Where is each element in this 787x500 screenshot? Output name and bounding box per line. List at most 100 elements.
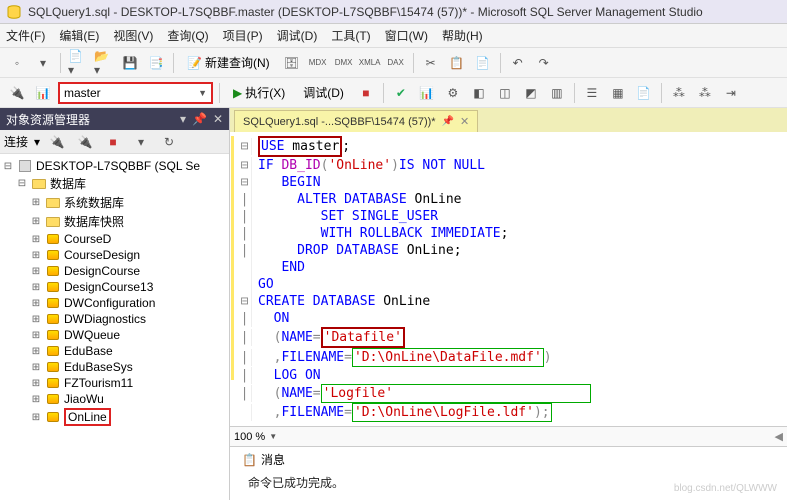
scroll-left-icon[interactable]: ◀ — [775, 430, 783, 443]
database-selector[interactable]: master ▼ — [58, 82, 213, 104]
disconnect-icon[interactable]: 🔌 — [74, 131, 96, 153]
code-editor[interactable]: ⊟USE master; ⊟IF DB_ID('OnLine')IS NOT N… — [230, 132, 787, 426]
databases-folder[interactable]: ⊟ 数据库 — [2, 174, 227, 193]
db-node[interactable]: ⊞EduBase — [2, 343, 227, 359]
separator — [173, 53, 174, 73]
refresh-icon[interactable]: ↻ — [158, 131, 180, 153]
zoom-dropdown-icon[interactable]: ▼ — [269, 432, 277, 441]
results-file-button[interactable]: 📄 — [633, 82, 655, 104]
object-tree[interactable]: ⊟ DESKTOP-L7SQBBF (SQL Se ⊟ 数据库 ⊞ 系统数据库 … — [0, 154, 229, 500]
nav-fwd-button[interactable]: ▾ — [32, 52, 54, 74]
db-node[interactable]: ⊞DWDiagnostics — [2, 311, 227, 327]
query-options-button[interactable]: ⚙ — [442, 82, 464, 104]
close-icon[interactable]: ✕ — [213, 112, 223, 126]
new-query-button[interactable]: 📝 新建查询(N) — [180, 52, 277, 74]
db-engine-query-button[interactable]: 🗄 — [281, 52, 303, 74]
xmla-button[interactable]: XMLA — [359, 52, 381, 74]
connect-icon[interactable]: 🔌 — [46, 131, 68, 153]
pin-icon[interactable]: 📌 — [442, 116, 454, 127]
toolbar-sql: 🔌 📊 master ▼ ▶ 执行(X) 调试(D) ■ ✔ 📊 ⚙ ◧ ◫ ◩… — [0, 78, 787, 108]
toolbar-main: ◦ ▾ 📄▾ 📂▾ 💾 📑 📝 新建查询(N) 🗄 MDX DMX XMLA D… — [0, 48, 787, 78]
db-node[interactable]: ⊞DesignCourse13 — [2, 279, 227, 295]
editor-tab-strip: SQLQuery1.sql -...SQBBF\15474 (57))* 📌 ✕ — [230, 108, 787, 132]
save-button[interactable]: 💾 — [119, 52, 141, 74]
server-node[interactable]: ⊟ DESKTOP-L7SQBBF (SQL Se — [2, 158, 227, 174]
menu-tools[interactable]: 工具(T) — [331, 27, 370, 44]
separator — [383, 83, 384, 103]
mdx-button[interactable]: MDX — [307, 52, 329, 74]
client-stats-button[interactable]: ▥ — [546, 82, 568, 104]
messages-icon: 📋 — [242, 453, 257, 467]
menu-window[interactable]: 窗口(W) — [385, 27, 428, 44]
object-explorer-header: 对象资源管理器 ▾ 📌 ✕ — [0, 108, 229, 130]
separator — [661, 83, 662, 103]
available-db-button[interactable]: 📊 — [32, 82, 54, 104]
execute-button[interactable]: ▶ 执行(X) — [226, 82, 292, 104]
intellisense-button[interactable]: ◧ — [468, 82, 490, 104]
database-selector-value: master — [64, 86, 101, 100]
menu-debug[interactable]: 调试(D) — [277, 27, 318, 44]
paste-button[interactable]: 📄 — [472, 52, 494, 74]
menu-file[interactable]: 文件(F) — [6, 27, 45, 44]
db-node[interactable]: ⊞DWConfiguration — [2, 295, 227, 311]
copy-button[interactable]: 📋 — [446, 52, 468, 74]
db-node[interactable]: ⊞CourseD — [2, 231, 227, 247]
menu-query[interactable]: 查询(Q) — [167, 27, 208, 44]
display-plan-button[interactable]: 📊 — [416, 82, 438, 104]
uncomment-button[interactable]: ⁂ — [694, 82, 716, 104]
dropdown-icon[interactable]: ▾ — [180, 112, 186, 126]
stop-button[interactable]: ■ — [355, 82, 377, 104]
menu-bar: 文件(F) 编辑(E) 视图(V) 查询(Q) 项目(P) 调试(D) 工具(T… — [0, 24, 787, 48]
open-button[interactable]: 📂▾ — [93, 52, 115, 74]
cut-button[interactable]: ✂ — [420, 52, 442, 74]
messages-tab[interactable]: 📋 消息 — [236, 449, 291, 470]
db-node[interactable]: ⊞JiaoWu — [2, 391, 227, 407]
db-node[interactable]: ⊞CourseDesign — [2, 247, 227, 263]
dmx-button[interactable]: DMX — [333, 52, 355, 74]
results-grid-button[interactable]: ▦ — [607, 82, 629, 104]
db-node-online[interactable]: ⊞OnLine — [2, 407, 227, 427]
db-node[interactable]: ⊞EduBaseSys — [2, 359, 227, 375]
connect-label[interactable]: 连接 — [4, 133, 28, 150]
editor-area: SQLQuery1.sql -...SQBBF\15474 (57))* 📌 ✕… — [230, 108, 787, 500]
close-icon[interactable]: ✕ — [460, 115, 469, 128]
save-all-button[interactable]: 📑 — [145, 52, 167, 74]
messages-panel: 📋 消息 命令已成功完成。 blog.csdn.net/QLWWW — [230, 446, 787, 500]
results-text-button[interactable]: ☰ — [581, 82, 603, 104]
window-titlebar: SQLQuery1.sql - DESKTOP-L7SQBBF.master (… — [0, 0, 787, 24]
object-explorer-toolbar: 连接▾ 🔌 🔌 ■ ▾ ↻ — [0, 130, 229, 154]
parse-button[interactable]: ✔ — [390, 82, 412, 104]
live-stats-button[interactable]: ◩ — [520, 82, 542, 104]
dax-button[interactable]: DAX — [385, 52, 407, 74]
menu-project[interactable]: 项目(P) — [223, 27, 263, 44]
debug-button[interactable]: 调试(D) — [296, 82, 351, 104]
pin-icon[interactable]: 📌 — [192, 112, 207, 126]
menu-edit[interactable]: 编辑(E) — [59, 27, 99, 44]
zoom-value[interactable]: 100 % — [234, 431, 265, 443]
system-db-folder[interactable]: ⊞ 系统数据库 — [2, 193, 227, 212]
modified-margin — [231, 136, 234, 380]
stop-icon[interactable]: ■ — [102, 131, 124, 153]
menu-view[interactable]: 视图(V) — [113, 27, 153, 44]
db-node[interactable]: ⊞DWQueue — [2, 327, 227, 343]
editor-tab[interactable]: SQLQuery1.sql -...SQBBF\15474 (57))* 📌 ✕ — [234, 110, 478, 132]
filter-icon[interactable]: ▾ — [130, 131, 152, 153]
undo-button[interactable]: ↶ — [507, 52, 529, 74]
new-button[interactable]: 📄▾ — [67, 52, 89, 74]
watermark: blog.csdn.net/QLWWW — [674, 483, 777, 494]
comment-button[interactable]: ⁂ — [668, 82, 690, 104]
db-snapshot-folder[interactable]: ⊞ 数据库快照 — [2, 212, 227, 231]
object-explorer-panel: 对象资源管理器 ▾ 📌 ✕ 连接 ▾ 🔌 🔌 ■ ▾ ↻ ⊟ DESKTOP-L7… — [0, 108, 230, 500]
window-title: SQLQuery1.sql - DESKTOP-L7SQBBF.master (… — [28, 5, 703, 19]
indent-button[interactable]: ⇥ — [720, 82, 742, 104]
nav-back-button[interactable]: ◦ — [6, 52, 28, 74]
main-content: 对象资源管理器 ▾ 📌 ✕ 连接 ▾ 🔌 🔌 ■ ▾ ↻ ⊟ DESKTOP-L7… — [0, 108, 787, 500]
redo-button[interactable]: ↷ — [533, 52, 555, 74]
menu-help[interactable]: 帮助(H) — [442, 27, 483, 44]
separator — [60, 53, 61, 73]
db-node[interactable]: ⊞DesignCourse — [2, 263, 227, 279]
tab-label: SQLQuery1.sql -...SQBBF\15474 (57))* — [243, 116, 436, 128]
include-plan-button[interactable]: ◫ — [494, 82, 516, 104]
db-node[interactable]: ⊞FZTourism11 — [2, 375, 227, 391]
change-connection-button[interactable]: 🔌 — [6, 82, 28, 104]
